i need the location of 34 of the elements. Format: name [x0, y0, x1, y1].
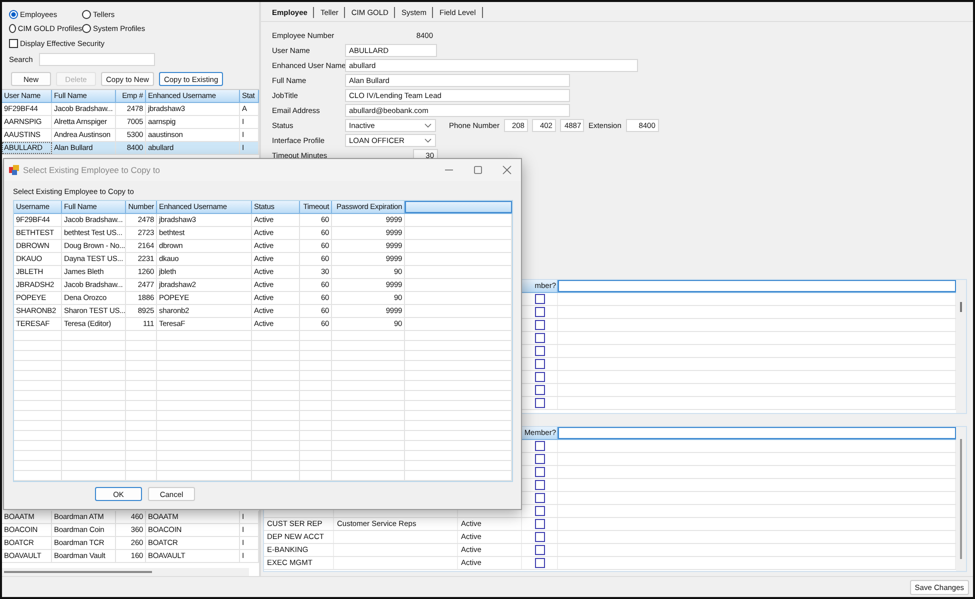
radio-button[interactable] [82, 10, 91, 19]
maximize-icon [472, 165, 482, 175]
caret-icon [424, 123, 432, 128]
caret-icon [424, 138, 432, 143]
member-checkbox[interactable] [534, 385, 544, 395]
search-field[interactable] [38, 53, 155, 66]
member-checkbox[interactable] [534, 346, 544, 356]
checkbox[interactable] [9, 39, 18, 48]
member-checkbox[interactable] [534, 493, 544, 503]
member-checkbox[interactable] [534, 454, 544, 464]
horizontal-scrollbar[interactable] [2, 568, 249, 576]
member-checkbox[interactable] [534, 506, 544, 516]
member-checkbox[interactable] [534, 558, 544, 568]
vertical-scrollbar[interactable] [956, 427, 966, 571]
radio-button[interactable] [82, 24, 91, 33]
radio-button[interactable] [9, 24, 16, 33]
radio-button[interactable] [9, 10, 18, 19]
member-checkbox[interactable] [534, 441, 544, 451]
vertical-scrollbar[interactable] [956, 280, 966, 413]
member-checkbox[interactable] [534, 320, 544, 330]
member-checkbox[interactable] [534, 532, 544, 542]
member-checkbox[interactable] [534, 519, 544, 529]
member-checkbox[interactable] [534, 467, 544, 477]
member-checkbox[interactable] [534, 307, 544, 317]
member-checkbox[interactable] [534, 359, 544, 369]
app-icon [9, 165, 19, 175]
close-icon [502, 165, 512, 175]
member-checkbox[interactable] [534, 398, 544, 408]
member-checkbox[interactable] [534, 545, 544, 555]
dialog-title: Select Existing Employee to Copy to [23, 165, 160, 175]
member-checkbox[interactable] [534, 480, 544, 490]
member-checkbox[interactable] [534, 372, 544, 382]
member-checkbox[interactable] [534, 333, 544, 343]
member-checkbox[interactable] [534, 294, 544, 304]
